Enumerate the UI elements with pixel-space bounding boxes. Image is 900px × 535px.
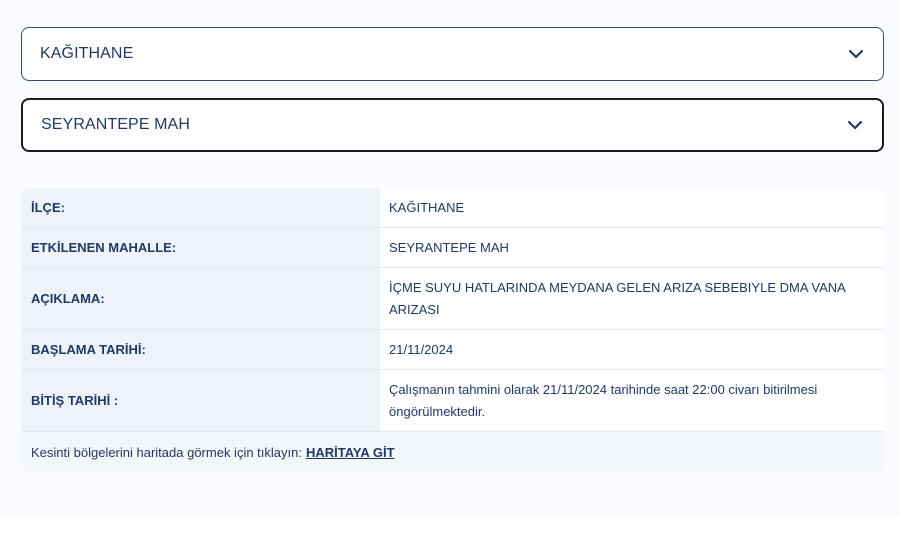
neighborhood-select-value: SEYRANTEPE MAH — [41, 116, 190, 133]
go-to-map-link[interactable]: HARİTAYA GİT — [306, 445, 395, 460]
map-link-text: Kesinti bölgelerini haritada görmek için… — [31, 444, 302, 460]
district-select-value: KAĞITHANE — [40, 45, 134, 62]
row-value-start-date: 21/11/2024 — [380, 330, 884, 369]
outage-info-table: İLÇE: KAĞITHANE ETKİLENEN MAHALLE: SEYRA… — [21, 188, 884, 472]
row-value-end-date: Çalışmanın tahmini olarak 21/11/2024 tar… — [380, 370, 884, 431]
table-row: AÇIKLAMA: İÇME SUYU HATLARINDA MEYDANA G… — [21, 268, 884, 330]
row-label-district: İLÇE: — [21, 188, 380, 227]
row-label-description: AÇIKLAMA: — [21, 268, 380, 329]
row-value-neighborhood: SEYRANTEPE MAH — [380, 228, 884, 267]
row-label-end-date: BİTİŞ TARİHİ : — [21, 370, 380, 431]
table-row: İLÇE: KAĞITHANE — [21, 188, 884, 228]
table-row: ETKİLENEN MAHALLE: SEYRANTEPE MAH — [21, 228, 884, 268]
table-row: BİTİŞ TARİHİ : Çalışmanın tahmini olarak… — [21, 370, 884, 432]
chevron-down-icon — [848, 49, 864, 59]
row-label-neighborhood: ETKİLENEN MAHALLE: — [21, 228, 380, 267]
table-row: BAŞLAMA TARİHİ: 21/11/2024 — [21, 330, 884, 370]
district-select[interactable]: KAĞITHANE — [21, 27, 884, 81]
row-value-district: KAĞITHANE — [380, 188, 884, 227]
row-value-description: İÇME SUYU HATLARINDA MEYDANA GELEN ARIZA… — [380, 268, 884, 329]
map-link-row: Kesinti bölgelerini haritada görmek için… — [21, 432, 884, 472]
row-label-start-date: BAŞLAMA TARİHİ: — [21, 330, 380, 369]
chevron-down-icon — [847, 120, 863, 130]
neighborhood-select[interactable]: SEYRANTEPE MAH — [21, 98, 884, 152]
